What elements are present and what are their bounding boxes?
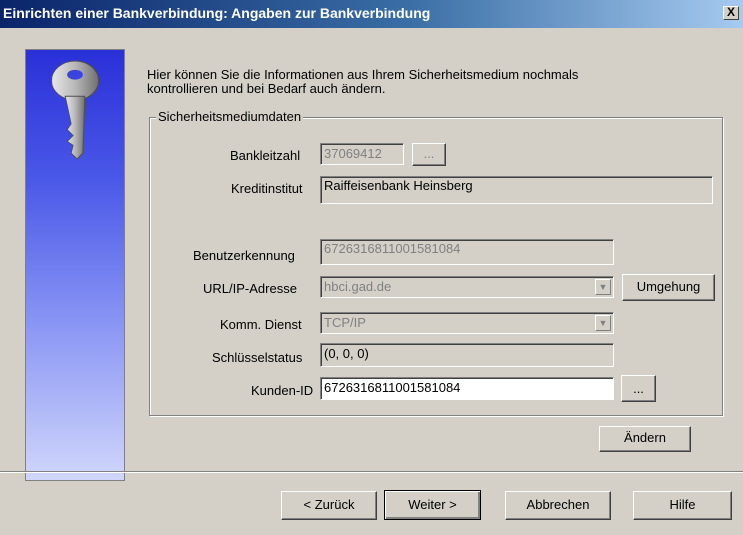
intro-text: Hier können Sie die Informationen aus Ih… [147,68,578,96]
kunden-id-label: Kunden-ID [251,383,314,398]
intro-line-1: Hier können Sie die Informationen aus Ih… [147,67,579,82]
url-combobox[interactable]: hbci.gad.de ▼ [320,276,614,298]
chevron-down-icon[interactable]: ▼ [595,279,611,295]
schluesselstatus-label: Schlüsselstatus [212,350,303,365]
bankleitzahl-browse-button[interactable]: ... [412,143,446,166]
komm-dienst-label: Komm. Dienst [220,317,302,332]
komm-dienst-combobox[interactable]: TCP/IP ▼ [320,312,614,334]
cancel-button[interactable]: Abbrechen [505,491,611,520]
kunden-id-field[interactable]: 6726316811001581084 [320,377,614,400]
url-label: URL/IP-Adresse [203,281,297,296]
next-button[interactable]: Weiter > [384,490,481,520]
help-button[interactable]: Hilfe [633,491,732,520]
schluesselstatus-field: (0, 0, 0) [320,343,614,367]
kreditinstitut-field: Raiffeisenbank Heinsberg [320,176,713,204]
umgehung-button[interactable]: Umgehung [622,274,715,301]
chevron-down-icon[interactable]: ▼ [595,315,611,331]
bankleitzahl-field[interactable]: 37069412 [320,143,404,165]
window-title: Einrichten einer Bankverbindung: Angaben… [3,5,431,21]
kunden-id-browse-button[interactable]: ... [621,375,656,402]
wizard-side-image [25,49,125,481]
back-button[interactable]: < Zurück [281,491,377,520]
bankleitzahl-label: Bankleitzahl [230,148,301,163]
title-bar: Einrichten einer Bankverbindung: Angaben… [0,0,743,28]
separator [0,471,743,473]
url-value: hbci.gad.de [324,279,392,294]
intro-line-2: kontrollieren und bei Bedarf auch ändern… [147,81,386,96]
benutzerkennung-label: Benutzerkennung [193,248,295,263]
komm-dienst-value: TCP/IP [324,315,366,330]
benutzerkennung-field[interactable]: 6726316811001581084 [320,239,614,265]
aendern-button[interactable]: Ändern [599,426,691,452]
close-button[interactable]: X [723,6,739,20]
key-icon [50,60,100,160]
kreditinstitut-label: Kreditinstitut [231,181,303,196]
group-title: Sicherheitsmediumdaten [156,109,304,124]
